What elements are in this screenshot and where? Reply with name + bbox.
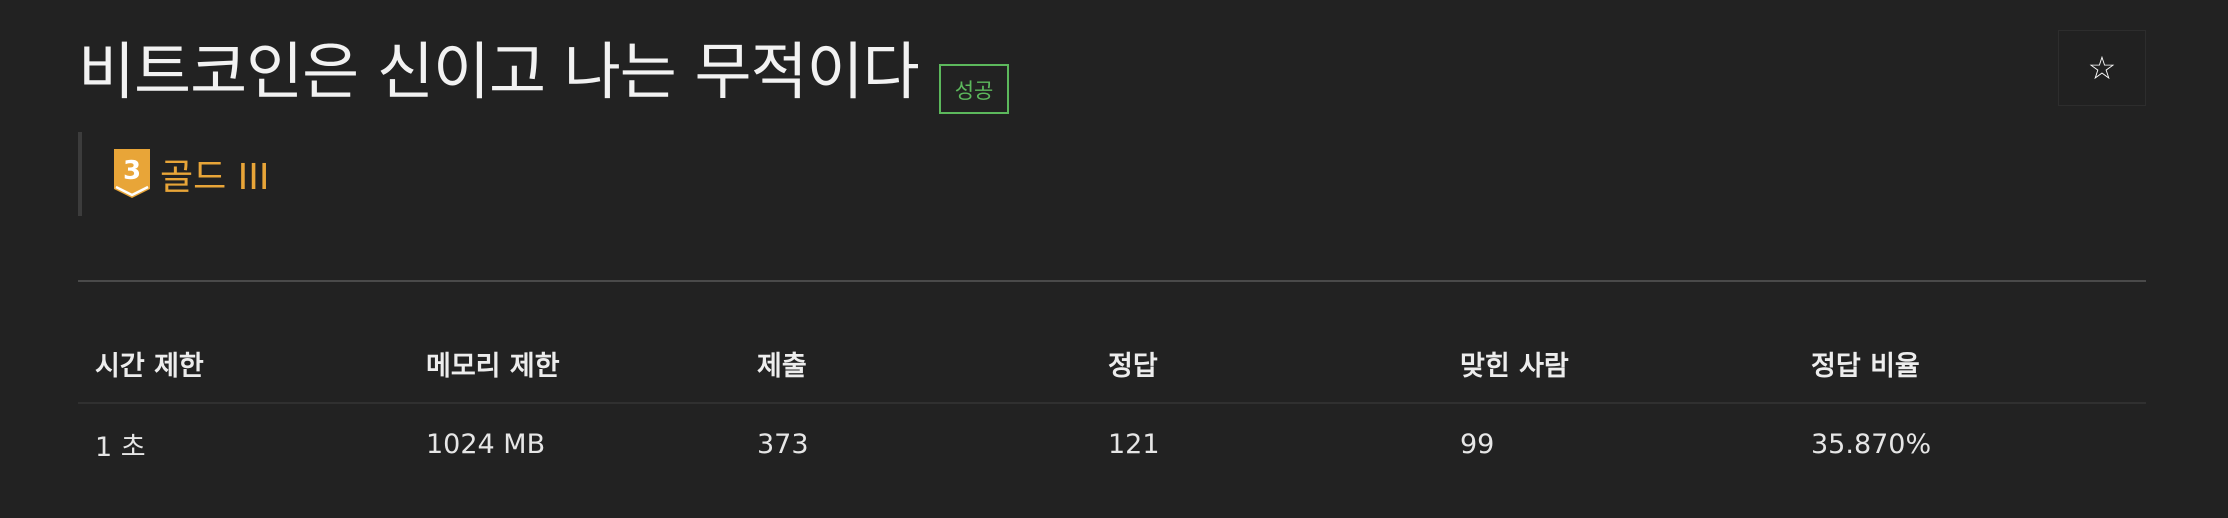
value-submissions: 373	[757, 428, 809, 460]
header-time-limit: 시간 제한	[95, 350, 204, 382]
header-submissions: 제출	[757, 350, 807, 382]
title-row: 비트코인은 신이고 나는 무적이다 성공	[78, 28, 1010, 116]
value-memory-limit: 1024 MB	[426, 428, 546, 460]
tier-label: 골드 III	[160, 157, 270, 198]
stats-table: 시간 제한 메모리 제한 제출 정답 맞힌 사람 정답 비율 1 초 1024 …	[78, 324, 2146, 484]
divider	[78, 280, 2146, 282]
problem-title: 비트코인은 신이고 나는 무적이다	[78, 35, 920, 108]
favorite-button[interactable]: ☆	[2058, 30, 2146, 106]
value-solvers: 99	[1460, 428, 1495, 460]
gold-tier-icon: 3	[114, 149, 150, 198]
header-memory-limit: 메모리 제한	[426, 350, 560, 382]
value-time-limit: 1 초	[95, 431, 146, 463]
value-accept-ratio: 35.870%	[1811, 428, 1932, 460]
header-accepted: 정답	[1108, 350, 1158, 382]
star-outline-icon: ☆	[2087, 49, 2117, 87]
tier-number: 3	[123, 156, 141, 186]
value-accepted: 121	[1108, 428, 1160, 460]
stats-header-row: 시간 제한 메모리 제한 제출 정답 맞힌 사람 정답 비율	[78, 324, 2146, 404]
status-badge: 성공	[938, 64, 1010, 114]
problem-header-page: 비트코인은 신이고 나는 무적이다 성공 ☆ 3 골드 III 시간 제한 메모…	[0, 0, 2228, 518]
stats-data-row: 1 초 1024 MB 373 121 99 35.870%	[78, 404, 2146, 484]
tier-block: 3 골드 III	[78, 132, 270, 216]
header-accept-ratio: 정답 비율	[1811, 350, 1920, 382]
header-solvers: 맞힌 사람	[1460, 350, 1569, 382]
